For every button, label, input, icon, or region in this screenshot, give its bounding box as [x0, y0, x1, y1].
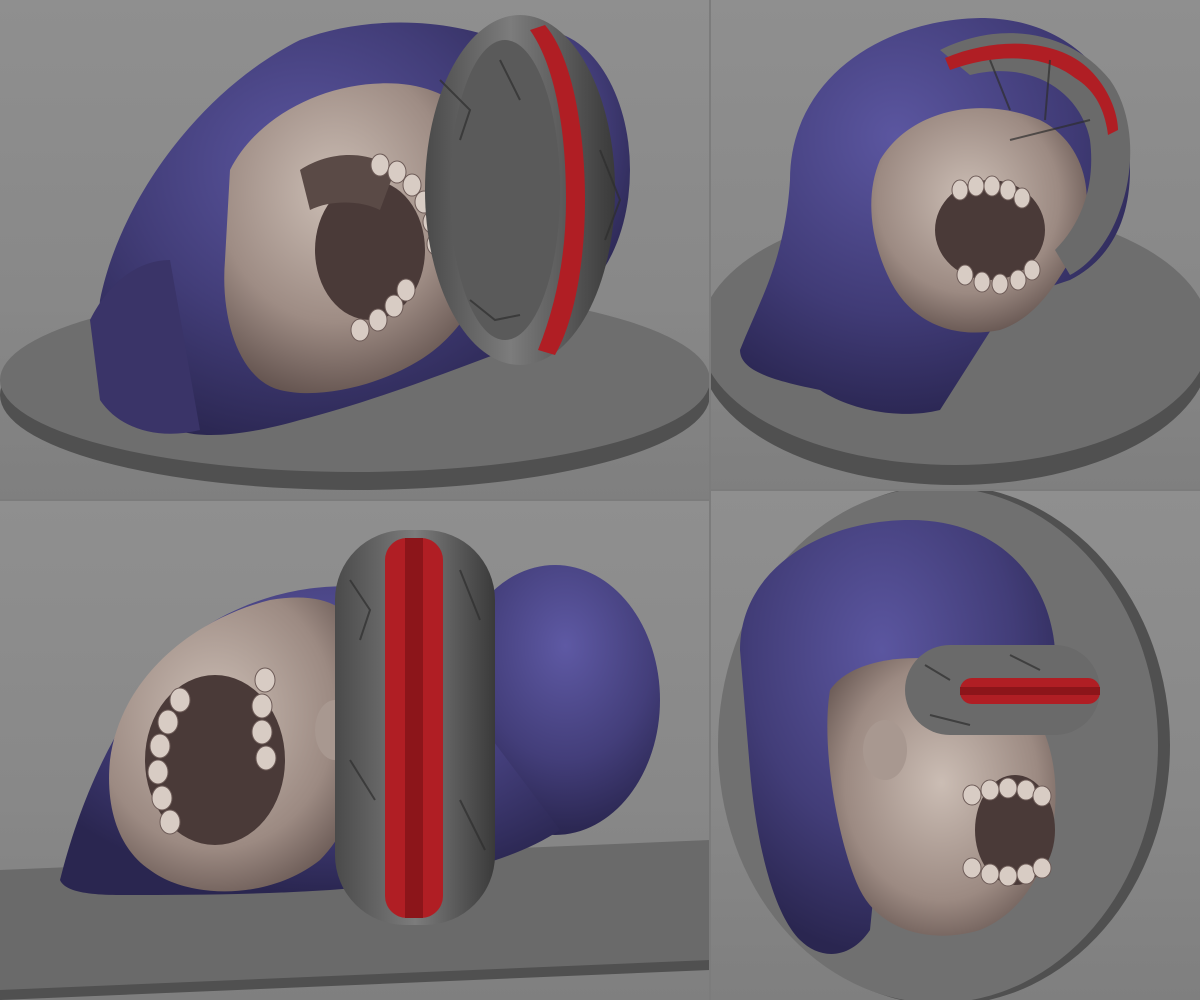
- render-view-top-right: [710, 0, 1200, 490]
- render-view-top-left: [0, 0, 710, 500]
- skull-render-side-left: [0, 530, 710, 1000]
- skull-render-three-quarter-left: [0, 15, 710, 490]
- skull-render-side-right: [718, 490, 1170, 1000]
- view-divider-horizontal-left: [0, 499, 710, 501]
- view-divider-horizontal-right: [710, 489, 1200, 491]
- render-view-bottom-left: [0, 500, 710, 1000]
- visor: [905, 645, 1100, 735]
- skull-render-three-quarter-right: [710, 18, 1200, 485]
- visor: [335, 530, 495, 925]
- render-view-bottom-right: [710, 490, 1200, 1000]
